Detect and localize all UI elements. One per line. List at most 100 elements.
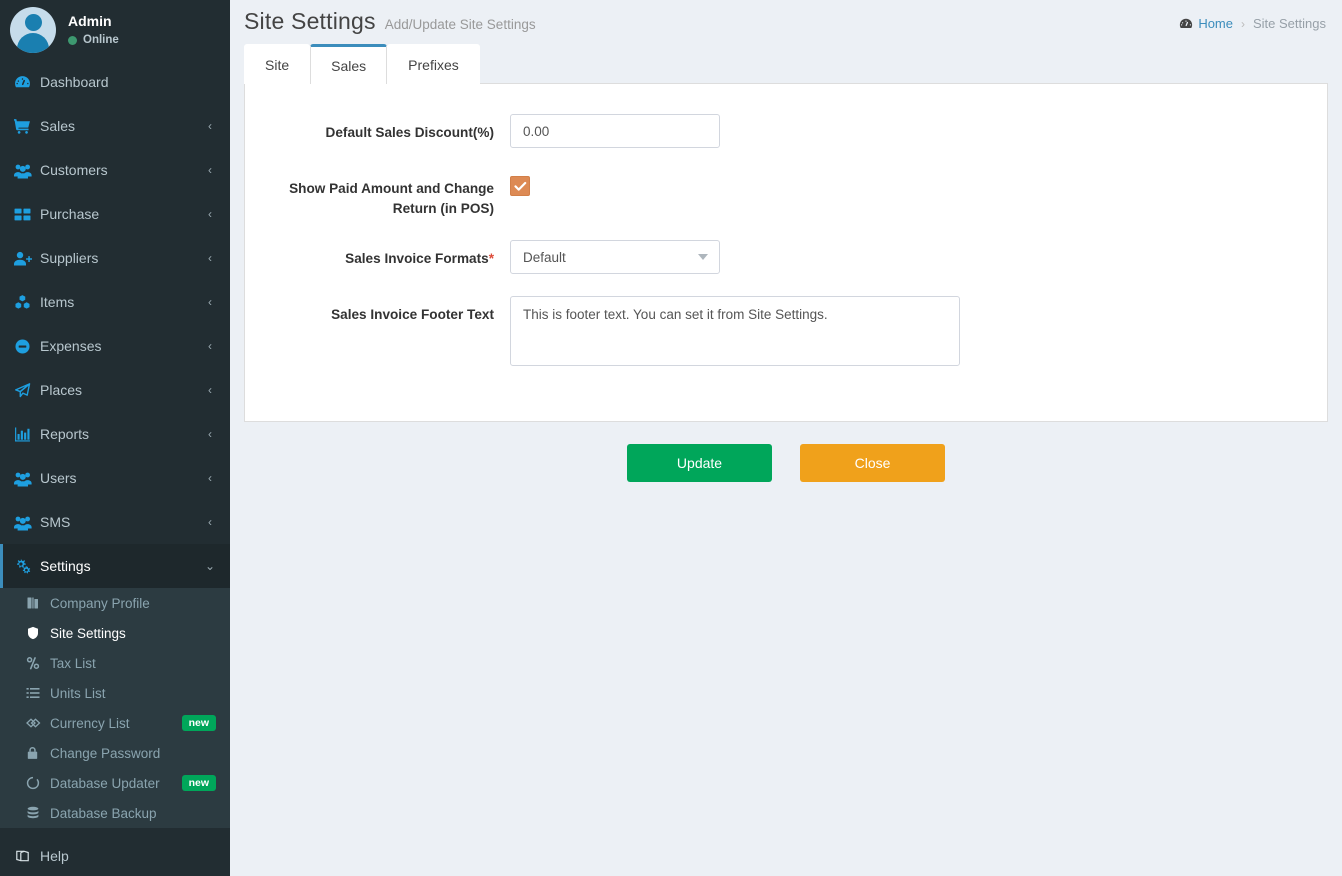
tab-site[interactable]: Site	[244, 44, 311, 84]
discount-label: Default Sales Discount(%)	[325, 125, 494, 140]
show-paid-label: Show Paid Amount and Change Return (in P…	[289, 181, 494, 216]
discount-input[interactable]	[510, 114, 720, 148]
discount-control	[510, 114, 1307, 148]
breadcrumb-current: Site Settings	[1253, 16, 1326, 31]
sidebar-item-help[interactable]: Help	[0, 834, 230, 876]
sidebar-item-label: Dashboard	[40, 74, 109, 90]
invoice-format-label-text: Sales Invoice Formats	[345, 251, 489, 267]
sidebar-item-label: Purchase	[40, 206, 100, 222]
chevron-icon: ‹	[208, 207, 212, 221]
required-marker: *	[488, 251, 494, 267]
main-content: Site Settings Add/Update Site Settings H…	[230, 0, 1342, 876]
sidebar-item-users[interactable]: Users ‹	[0, 456, 230, 500]
database-icon	[26, 806, 50, 820]
sidebar-item-change-password[interactable]: Change Password	[0, 738, 230, 768]
badge-new: new	[181, 714, 216, 732]
sidebar-item-purchase[interactable]: Purchase ‹	[0, 192, 230, 236]
sidebar-item-label: Customers	[40, 162, 108, 178]
sidebar-item-suppliers[interactable]: Suppliers ‹	[0, 236, 230, 280]
cart-icon	[14, 118, 40, 135]
sidebar-item-database-updater[interactable]: Database Updater new	[0, 768, 230, 798]
avatar	[10, 7, 56, 53]
sidebar-item-label: Suppliers	[40, 250, 99, 266]
tab-prefixes[interactable]: Prefixes	[387, 44, 480, 84]
invoice-format-control: Default	[510, 240, 1307, 275]
chevron-icon: ‹	[208, 471, 212, 485]
form-group-invoice-format: Sales Invoice Formats* Default	[265, 240, 1307, 275]
chevron-icon: ‹	[208, 119, 212, 133]
sidebar-item-items[interactable]: Items ‹	[0, 280, 230, 324]
form-group-show-paid: Show Paid Amount and Change Return (in P…	[265, 170, 1307, 218]
user-status: Online	[68, 33, 119, 48]
sidebar-item-label: Places	[40, 382, 83, 398]
sidebar-item-label: Help	[40, 848, 69, 864]
refresh-circle-icon	[26, 776, 50, 790]
sidebar-item-company-profile[interactable]: Company Profile	[0, 588, 230, 618]
users-group-icon	[14, 470, 40, 487]
sidebar-item-reports[interactable]: Reports ‹	[0, 412, 230, 456]
sidebar-item-currency-list[interactable]: Currency List new	[0, 708, 230, 738]
cubes-icon	[14, 294, 40, 311]
users-group-icon	[14, 162, 40, 179]
breadcrumb-home-link[interactable]: Home	[1179, 16, 1233, 31]
sidebar-sub-label: Site Settings	[50, 625, 126, 641]
form-group-discount: Default Sales Discount(%)	[265, 114, 1307, 148]
tab-label: Sales	[331, 57, 367, 74]
sidebar-item-tax-list[interactable]: Tax List	[0, 648, 230, 678]
minus-circle-icon	[14, 338, 40, 355]
update-button[interactable]: Update	[627, 444, 772, 483]
breadcrumb-separator: ›	[1241, 16, 1245, 31]
tab-label: Prefixes	[408, 56, 459, 73]
close-button[interactable]: Close	[800, 444, 945, 483]
breadcrumb: Home › Site Settings	[1179, 10, 1326, 31]
sidebar-sub-label: Tax List	[50, 655, 96, 671]
lock-icon	[26, 746, 50, 760]
sidebar-item-settings[interactable]: Settings ⌄	[0, 544, 230, 588]
users-group-icon	[14, 514, 40, 531]
sidebar-item-database-backup[interactable]: Database Backup	[0, 798, 230, 828]
check-icon	[513, 181, 527, 192]
sidebar-item-dashboard[interactable]: Dashboard	[0, 60, 230, 104]
app-root: Admin Online Dashboard Sales ‹ Customers…	[0, 0, 1342, 876]
user-status-label: Online	[83, 34, 119, 47]
sidebar-item-customers[interactable]: Customers ‹	[0, 148, 230, 192]
sidebar-item-site-settings[interactable]: Site Settings	[0, 618, 230, 648]
sidebar-item-units-list[interactable]: Units List	[0, 678, 230, 708]
list-icon	[26, 686, 50, 700]
user-panel: Admin Online	[0, 0, 230, 60]
sidebar-nav: Dashboard Sales ‹ Customers ‹ Purchase ‹…	[0, 60, 230, 876]
footer-text-control: This is footer text. You can set it from…	[510, 296, 1307, 371]
sidebar-item-expenses[interactable]: Expenses ‹	[0, 324, 230, 368]
sidebar-item-sms[interactable]: SMS ‹	[0, 500, 230, 544]
invoice-format-label: Sales Invoice Formats*	[265, 240, 510, 269]
action-buttons: Update Close	[230, 444, 1342, 483]
chevron-down-icon: ⌄	[204, 559, 216, 573]
invoice-format-select[interactable]: Default	[510, 240, 720, 275]
sidebar-item-label: Sales	[40, 118, 76, 134]
page-subtitle: Add/Update Site Settings	[384, 17, 536, 32]
sidebar-sub-label: Database Updater	[50, 775, 160, 791]
footer-text-textarea[interactable]: This is footer text. You can set it from…	[510, 296, 960, 367]
chevron-icon: ‹	[208, 515, 212, 529]
badge-new: new	[181, 774, 216, 792]
sidebar-sub-label: Units List	[50, 685, 106, 701]
sidebar-sub-label: Database Backup	[50, 805, 157, 821]
paper-plane-icon	[14, 382, 40, 399]
sidebar-sub-label: Currency List	[50, 715, 130, 731]
sidebar-item-label: SMS	[40, 514, 71, 530]
grid-icon	[14, 206, 40, 223]
sidebar-item-places[interactable]: Places ‹	[0, 368, 230, 412]
show-paid-checkbox[interactable]	[510, 176, 530, 196]
building-icon	[26, 596, 50, 610]
shield-icon	[26, 626, 50, 640]
sidebar-item-sales[interactable]: Sales ‹	[0, 104, 230, 148]
chevron-icon: ‹	[208, 295, 212, 309]
online-dot-icon	[68, 36, 77, 46]
dashboard-icon	[14, 74, 40, 91]
user-name: Admin	[68, 12, 112, 29]
bar-chart-icon	[14, 426, 40, 443]
sidebar-sub-label: Change Password	[50, 745, 161, 761]
chevron-icon: ‹	[208, 427, 212, 441]
chevron-icon: ‹	[208, 163, 212, 177]
tab-sales[interactable]: Sales	[310, 44, 388, 84]
